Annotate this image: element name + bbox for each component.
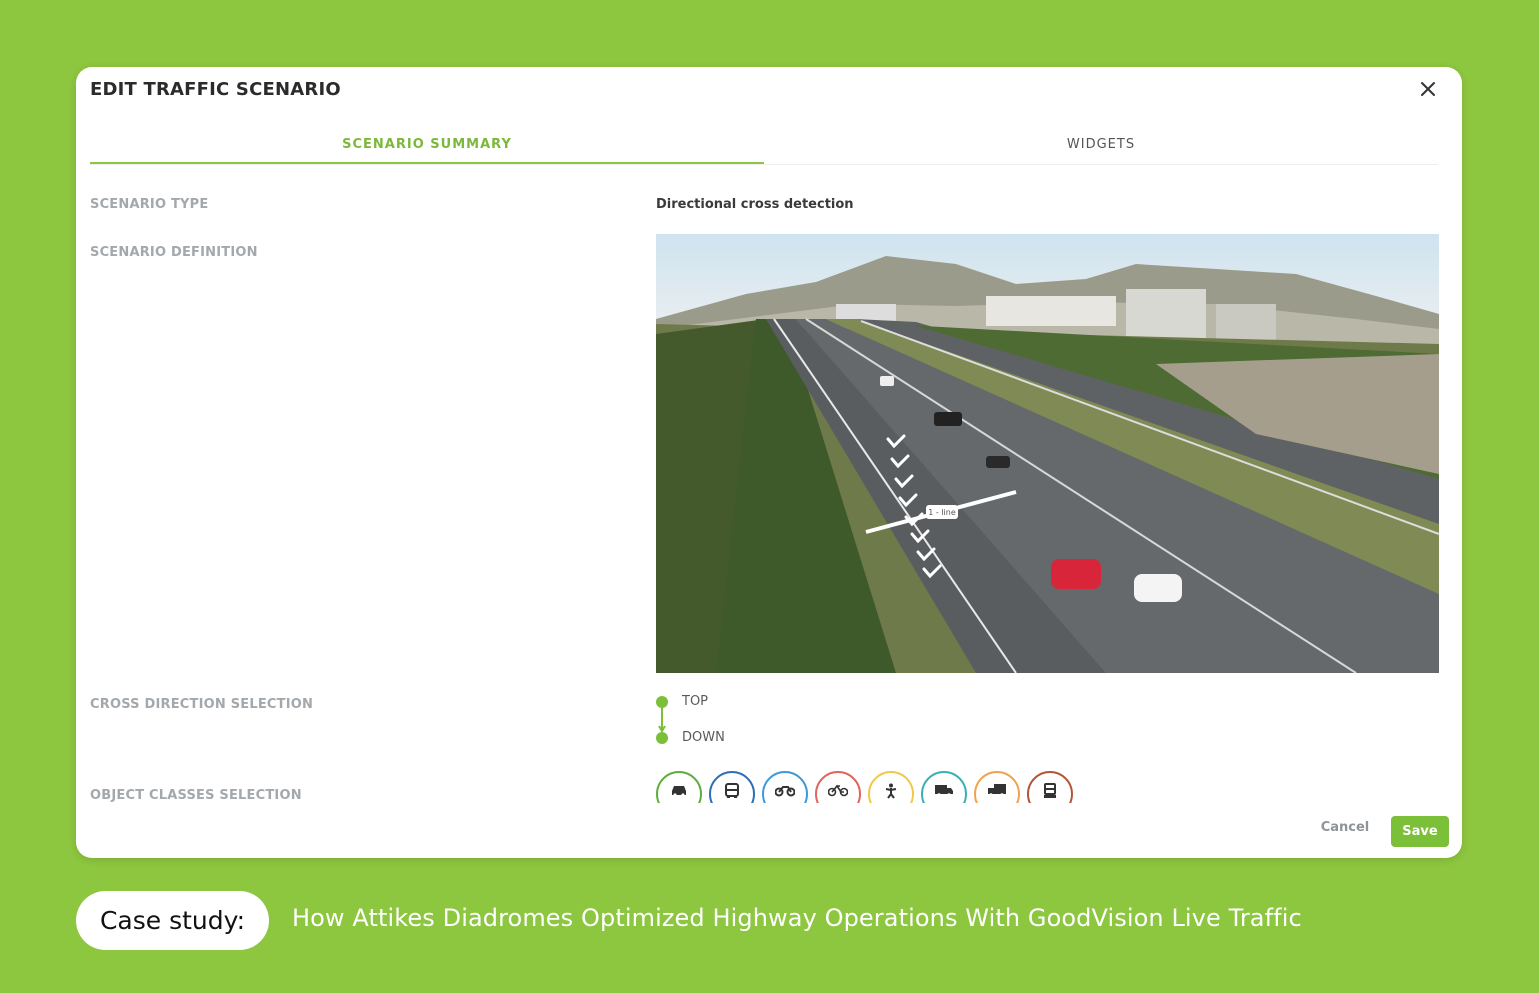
class-bus[interactable] (709, 771, 755, 803)
object-classes (656, 771, 1116, 803)
tab-widgets[interactable]: WIDGETS (764, 129, 1438, 164)
tab-scenario-summary[interactable]: SCENARIO SUMMARY (90, 129, 764, 164)
car-icon (672, 786, 686, 797)
scenario-definition-label: SCENARIO DEFINITION (90, 245, 258, 260)
cancel-button[interactable]: Cancel (1308, 820, 1382, 840)
class-pedestrian[interactable] (868, 771, 914, 803)
truck-icon (988, 784, 1006, 797)
cross-direction-label: CROSS DIRECTION SELECTION (90, 697, 314, 712)
close-icon[interactable] (1416, 77, 1440, 101)
scroll-content[interactable]: SCENARIO TYPE Directional cross detectio… (76, 67, 1462, 803)
bus-icon (725, 783, 739, 798)
object-classes-label: OBJECT CLASSES SELECTION (90, 788, 302, 803)
scenario-type-value: Directional cross detection (656, 197, 854, 212)
class-van[interactable] (921, 771, 967, 803)
class-bicycle[interactable] (815, 771, 861, 803)
class-heavy-truck[interactable] (1027, 771, 1073, 803)
case-study-pill: Case study: (76, 891, 269, 950)
case-study-title: How Attikes Diadromes Optimized Highway … (292, 904, 1302, 932)
scenario-type-label: SCENARIO TYPE (90, 197, 209, 212)
edit-scenario-modal: EDIT TRAFFIC SCENARIO SCENARIO SUMMARY W… (76, 67, 1462, 858)
direction-top[interactable]: TOP (682, 694, 708, 709)
save-button[interactable]: Save (1391, 816, 1449, 847)
pedestrian-icon (885, 783, 897, 799)
class-truck[interactable] (974, 771, 1020, 803)
heavy-truck-icon (1044, 783, 1056, 798)
class-motorbike[interactable] (762, 771, 808, 803)
cross-direction-selector[interactable]: TOP DOWN (656, 693, 856, 753)
class-car[interactable] (656, 771, 702, 803)
motorbike-icon (775, 786, 795, 797)
camera-view[interactable]: 1 - line (656, 234, 1440, 674)
bicycle-icon (828, 784, 848, 797)
van-icon (935, 785, 953, 797)
line-tag: 1 - line (928, 508, 956, 517)
modal-title: EDIT TRAFFIC SCENARIO (90, 79, 341, 100)
direction-down[interactable]: DOWN (682, 730, 725, 745)
tab-bar: SCENARIO SUMMARY WIDGETS (90, 129, 1438, 165)
